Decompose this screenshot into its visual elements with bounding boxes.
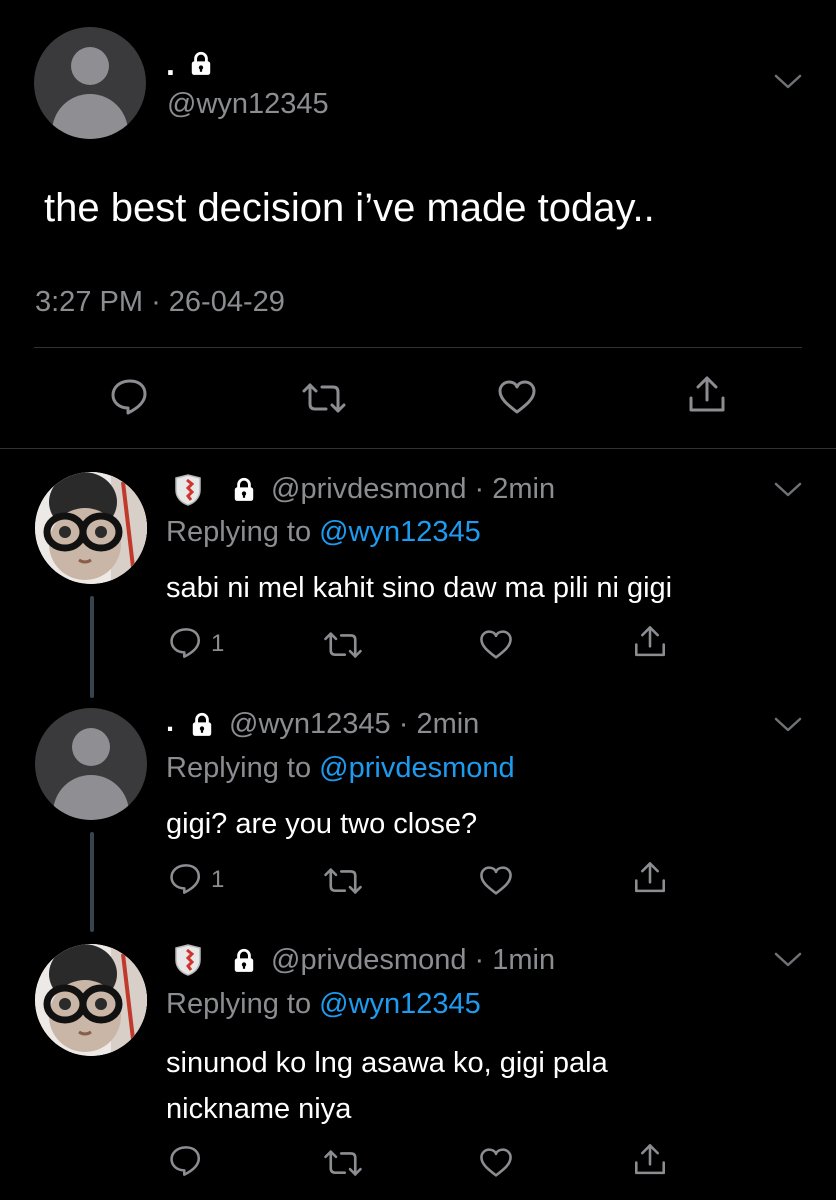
avatar[interactable]: [35, 708, 147, 820]
tweet-text-line: gigi? are you two close?: [166, 808, 478, 840]
divider: [0, 448, 836, 449]
replying-to: Replying to @wyn12345: [166, 515, 481, 549]
thread-line: [90, 832, 94, 932]
speech-bubble-icon[interactable]: [168, 1144, 204, 1178]
display-name: .: [166, 706, 175, 738]
replying-prefix: Replying to: [166, 516, 312, 548]
share-icon[interactable]: [632, 1142, 668, 1178]
timestamp: 3:27 PM · 26-04-29: [35, 285, 285, 319]
lock-icon: [188, 50, 214, 81]
replying-to-handle[interactable]: @wyn12345: [319, 516, 481, 548]
tweet-text-line: sinunod ko lng asawa ko, gigi pala: [166, 1047, 608, 1079]
lock-icon: [189, 711, 215, 742]
retweet-icon[interactable]: [322, 629, 364, 661]
avatar[interactable]: [35, 472, 147, 584]
chevron-down-icon[interactable]: [773, 72, 803, 92]
speech-bubble-icon[interactable]: [109, 377, 151, 417]
tweet-text: the best decision i’ve made today..: [44, 186, 655, 230]
chevron-down-icon[interactable]: [773, 480, 803, 500]
shield-badge-icon: [173, 474, 203, 511]
avatar-body: [52, 94, 128, 139]
replying-to-handle[interactable]: @privdesmond: [319, 752, 514, 784]
heart-icon[interactable]: [496, 378, 538, 416]
separator: ·: [151, 286, 161, 318]
retweet-icon[interactable]: [322, 1147, 364, 1179]
time: 3:27 PM: [35, 286, 143, 318]
handle[interactable]: @wyn12345: [167, 87, 329, 121]
replying-prefix: Replying to: [166, 988, 312, 1020]
tweet-meta: @privdesmond · 2min: [271, 473, 556, 505]
replying-prefix: Replying to: [166, 752, 312, 784]
tweet-meta: @wyn12345 · 2min: [229, 708, 480, 740]
chevron-down-icon[interactable]: [773, 950, 803, 970]
avatar[interactable]: [34, 27, 146, 139]
avatar-body: [53, 775, 129, 820]
retweet-icon[interactable]: [322, 865, 364, 897]
tweet-text-line: nickname niya: [166, 1093, 352, 1125]
share-icon[interactable]: [632, 624, 668, 660]
divider: [34, 347, 802, 348]
tweet-text: gigi? are you two close?: [166, 805, 477, 843]
lock-icon: [231, 947, 257, 978]
date: 26-04-29: [168, 286, 285, 318]
heart-icon[interactable]: [478, 864, 514, 897]
tweet-text: sinunod ko lng asawa ko, gigi pala nickn…: [166, 1040, 608, 1132]
avatar-head: [71, 47, 109, 85]
share-icon[interactable]: [632, 860, 668, 896]
display-name: .: [166, 46, 175, 82]
replying-to: Replying to @privdesmond: [166, 751, 515, 785]
profile-photo: [35, 944, 147, 1056]
thread-line: [90, 596, 94, 698]
speech-bubble-icon[interactable]: [168, 862, 204, 896]
avatar[interactable]: [35, 944, 147, 1056]
heart-icon[interactable]: [478, 628, 514, 661]
heart-icon[interactable]: [478, 1146, 514, 1179]
retweet-icon[interactable]: [300, 380, 348, 416]
tweet-text: sabi ni mel kahit sino daw ma pili ni gi…: [166, 569, 672, 607]
tweet-text-line: sabi ni mel kahit sino daw ma pili ni gi…: [166, 572, 673, 604]
relative-time: 1min: [492, 944, 556, 976]
replying-to-handle[interactable]: @wyn12345: [319, 988, 481, 1020]
chevron-down-icon[interactable]: [773, 715, 803, 735]
replying-to: Replying to @wyn12345: [166, 987, 481, 1021]
reply-count: 1: [211, 866, 225, 893]
profile-photo: [35, 472, 147, 584]
tweet-meta: @privdesmond · 1min: [271, 944, 556, 976]
reply-count: 1: [211, 630, 225, 657]
handle[interactable]: @wyn12345: [229, 708, 391, 740]
share-icon[interactable]: [686, 374, 728, 416]
avatar-head: [72, 728, 110, 766]
handle[interactable]: @privdesmond: [271, 944, 466, 976]
relative-time: 2min: [492, 473, 556, 505]
handle[interactable]: @privdesmond: [271, 473, 466, 505]
lock-icon: [231, 476, 257, 507]
speech-bubble-icon[interactable]: [168, 626, 204, 660]
shield-badge-icon: [173, 944, 203, 981]
relative-time: 2min: [416, 708, 480, 740]
